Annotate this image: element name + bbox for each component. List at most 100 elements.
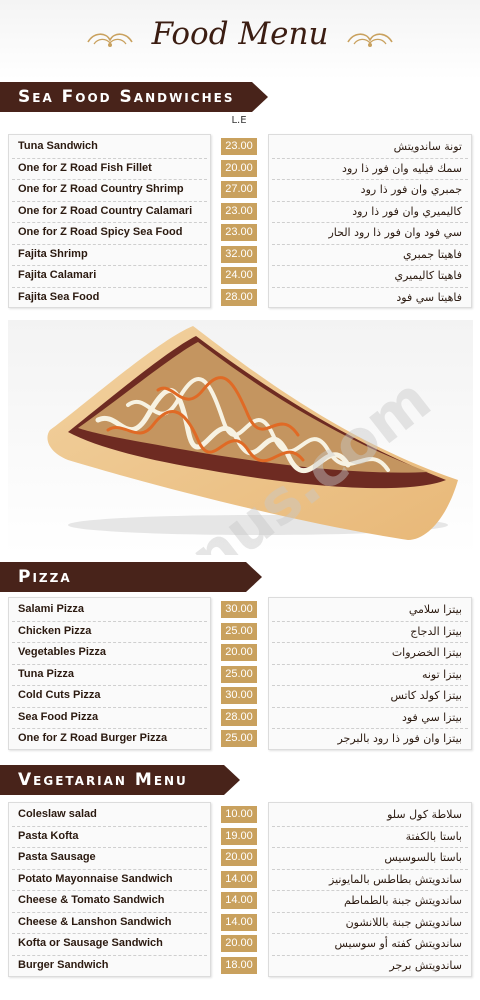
- item-price: 30.00: [221, 601, 257, 618]
- item-price: 14.00: [221, 913, 257, 931]
- item-name-english: Fajita Shrimp: [18, 247, 88, 260]
- item-name-english: Tuna Sandwich: [18, 140, 98, 152]
- item-name-arabic: ساندويتش كفته أو سوسيس: [334, 937, 462, 950]
- menu-item-row: Coleslaw salad 10.00 سلاطة كول سلو: [0, 804, 480, 826]
- menu-item-row: One for Z Road Country Calamari 23.00 كالي…: [0, 201, 480, 223]
- item-name-arabic: سي فود وان فور ذا رود الحار: [328, 226, 462, 239]
- item-name-arabic: فاهيتا كاليميري: [394, 269, 462, 282]
- item-price: 14.00: [221, 870, 257, 888]
- item-name-english: Salami Pizza: [18, 603, 85, 615]
- menu-item-row: Burger Sandwich 18.00 ساندويتش برجر: [0, 955, 480, 977]
- item-name-arabic: فاهيتا جمبري: [402, 247, 462, 261]
- item-name-english: Cheese & Lanshon Sandwich: [18, 915, 172, 928]
- item-name-english: Vegetables Pizza: [18, 646, 107, 658]
- item-price: 23.00: [221, 202, 257, 220]
- menu-item-row: Tuna Sandwich 23.00 تونة ساندويتش: [0, 136, 480, 158]
- item-price: 18.00: [221, 956, 257, 974]
- item-name-english: Tuna Pizza: [18, 667, 75, 680]
- item-price: 23.00: [221, 224, 257, 241]
- item-name-english: Sea Food Pizza: [18, 710, 99, 723]
- item-name-english: Chicken Pizza: [18, 624, 92, 637]
- menu-item-row: Potato Mayonnaise Sandwich 14.00 ساندويتش …: [0, 869, 480, 891]
- item-name-arabic: باستا بالكفتة: [405, 829, 462, 843]
- menu-item-row: One for Z Road Country Shrimp 27.00 جمبري …: [0, 179, 480, 201]
- item-price: 20.00: [221, 644, 257, 661]
- item-price: 30.00: [221, 687, 257, 704]
- item-name-arabic: سمك فيليه وان فور ذا رود: [342, 161, 462, 175]
- menu-item-row: Fajita Calamari 24.00 فاهيتا كاليميري: [0, 265, 480, 287]
- menu-item-row: Cheese & Tomato Sandwich 14.00 ساندويتش جب…: [0, 890, 480, 912]
- item-name-arabic: بيتزا الدجاج: [410, 624, 462, 638]
- menu-item-row: Pasta Sausage 20.00 باستا بالسوسيس: [0, 847, 480, 869]
- item-price: 19.00: [221, 827, 257, 845]
- item-name-arabic: كاليميري وان فور ذا رود: [352, 204, 462, 218]
- item-price: 20.00: [221, 159, 257, 177]
- item-name-arabic: ساندويتش جبنة بالطماطم: [343, 894, 462, 907]
- item-price: 25.00: [221, 665, 257, 683]
- ornament-right-icon: [347, 33, 393, 47]
- menu-item-row: One for Z Road Fish Fillet 20.00 سمك فيليه…: [0, 158, 480, 180]
- section-banner: Vegetarian Menu: [0, 765, 240, 795]
- item-name-english: One for Z Road Spicy Sea Food: [18, 226, 183, 238]
- item-price: 20.00: [221, 935, 257, 952]
- item-name-english: One for Z Road Fish Fillet: [18, 161, 152, 174]
- menu-item-row: Fajita Shrimp 32.00 فاهيتا جمبري: [0, 244, 480, 266]
- menu-header: Food Menu: [0, 0, 480, 70]
- item-price: 28.00: [221, 708, 257, 726]
- item-price: 24.00: [221, 267, 257, 284]
- item-name-arabic: بيتزا تونه: [421, 667, 462, 681]
- item-name-arabic: بيتزا وان فور ذا رود بالبرجر: [337, 732, 462, 745]
- item-name-english: Kofta or Sausage Sandwich: [18, 937, 163, 949]
- item-name-arabic: باستا بالسوسيس: [384, 851, 462, 864]
- item-name-english: Fajita Sea Food: [18, 290, 100, 303]
- item-name-arabic: بيتزا الخضروات: [391, 646, 462, 659]
- menu-item-row: Vegetables Pizza 20.00 بيتزا الخضروات: [0, 642, 480, 664]
- food-photo: elmenus.com ®: [8, 320, 473, 555]
- item-name-english: Pasta Kofta: [18, 829, 79, 842]
- item-name-arabic: تونة ساندويتش: [393, 140, 462, 153]
- page-title: Food Menu: [151, 16, 329, 52]
- item-name-english: Pasta Sausage: [18, 851, 96, 863]
- item-price: 25.00: [221, 730, 257, 747]
- currency-label: L.E: [231, 115, 247, 126]
- menu-item-row: Sea Food Pizza 28.00 بيتزا سي فود: [0, 707, 480, 729]
- item-name-english: One for Z Road Country Calamari: [18, 204, 193, 217]
- item-name-english: One for Z Road Country Shrimp: [18, 183, 184, 195]
- menu-item-row: One for Z Road Spicy Sea Food 23.00 سي فود…: [0, 222, 480, 244]
- item-name-arabic: فاهيتا سي فود: [396, 290, 462, 304]
- section-banner: Pizza: [0, 562, 262, 592]
- item-price: 25.00: [221, 622, 257, 640]
- menu-item-row: Cold Cuts Pizza 30.00 بيتزا كولد كاتس: [0, 685, 480, 707]
- menu-item-row: One for Z Road Burger Pizza 25.00 بيتزا وا…: [0, 728, 480, 750]
- item-name-arabic: بيتزا سلامي: [408, 603, 462, 616]
- item-name-arabic: سلاطة كول سلو: [387, 808, 462, 821]
- item-name-arabic: ساندويتش برجر: [389, 958, 462, 972]
- item-price: 14.00: [221, 892, 257, 909]
- item-name-arabic: بيتزا سي فود: [401, 710, 462, 724]
- item-price: 32.00: [221, 245, 257, 263]
- item-name-english: Burger Sandwich: [18, 958, 109, 971]
- menu-item-row: Tuna Pizza 25.00 بيتزا تونه: [0, 664, 480, 686]
- item-name-english: Coleslaw salad: [18, 808, 97, 820]
- menu-item-row: Salami Pizza 30.00 بيتزا سلامي: [0, 599, 480, 621]
- item-price: 23.00: [221, 138, 257, 155]
- item-price: 10.00: [221, 806, 257, 823]
- item-name-arabic: ساندويتش جبنة باللانشون: [345, 915, 462, 929]
- menu-item-row: Pasta Kofta 19.00 باستا بالكفتة: [0, 826, 480, 848]
- item-price: 28.00: [221, 288, 257, 306]
- item-name-english: One for Z Road Burger Pizza: [18, 732, 168, 744]
- menu-item-row: Chicken Pizza 25.00 بيتزا الدجاج: [0, 621, 480, 643]
- item-name-arabic: بيتزا كولد كاتس: [390, 689, 462, 702]
- item-name-arabic: جمبري وان فور ذا رود: [360, 183, 462, 196]
- menu-item-row: Kofta or Sausage Sandwich 20.00 ساندويتش ك…: [0, 933, 480, 955]
- item-price: 20.00: [221, 849, 257, 866]
- item-name-english: Fajita Calamari: [18, 269, 97, 281]
- menu-page: Food Menu Sea Food Sandwiches L.E Tuna S…: [0, 0, 480, 1000]
- menu-item-row: Cheese & Lanshon Sandwich 14.00 ساندويتش ج…: [0, 912, 480, 934]
- item-name-english: Cheese & Tomato Sandwich: [18, 894, 165, 906]
- item-price: 27.00: [221, 181, 257, 198]
- item-name-english: Potato Mayonnaise Sandwich: [18, 872, 173, 885]
- menu-item-row: Fajita Sea Food 28.00 فاهيتا سي فود: [0, 287, 480, 309]
- section-banner: Sea Food Sandwiches: [0, 82, 268, 112]
- item-name-arabic: ساندويتش بطاطس بالمايونيز: [329, 872, 462, 886]
